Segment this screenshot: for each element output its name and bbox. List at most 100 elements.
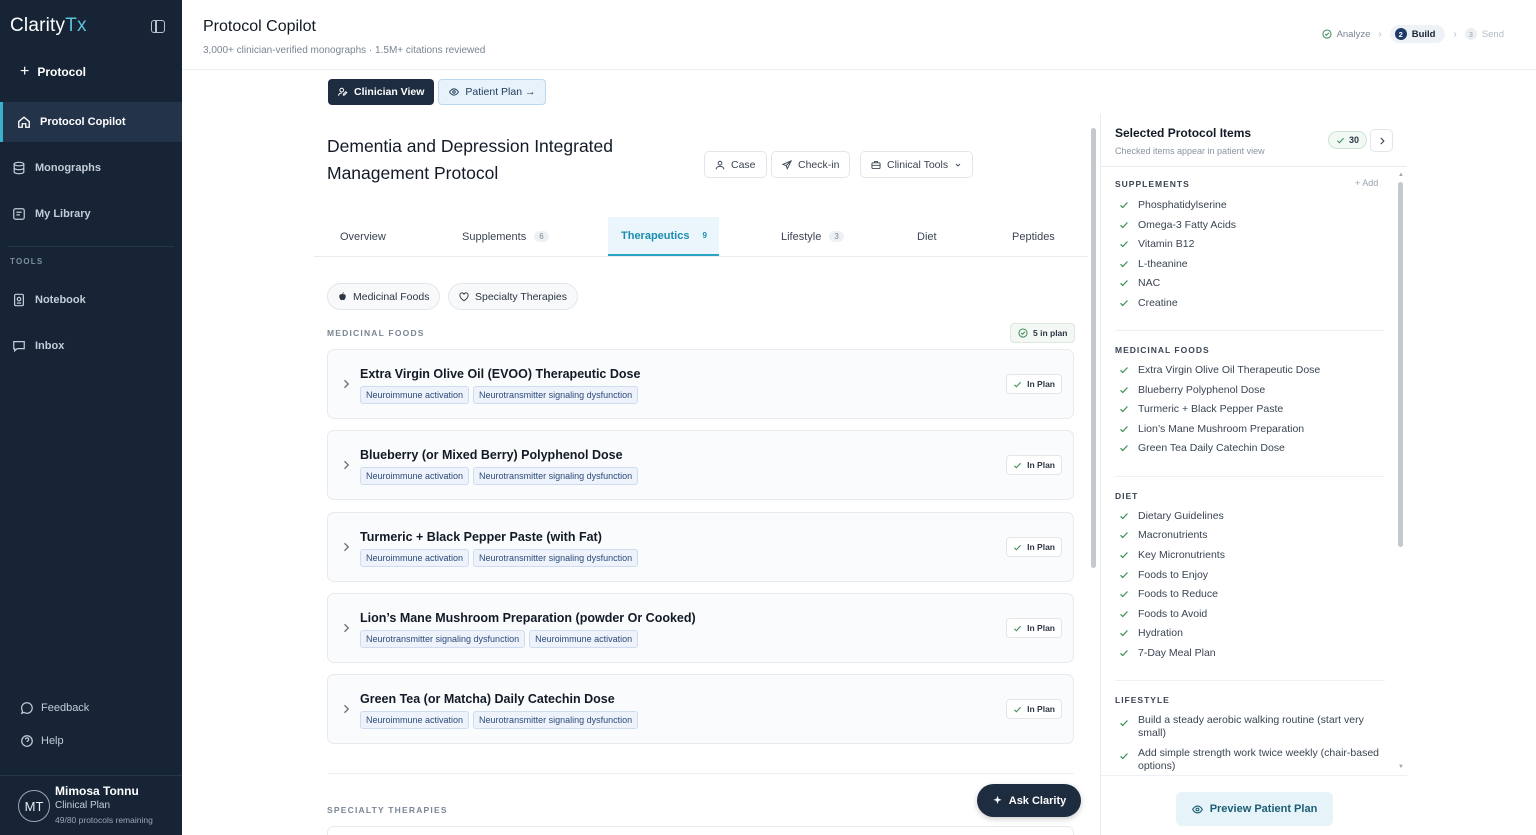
therapy-card[interactable]: Turmeric + Black Pepper Paste (with Fat)… xyxy=(327,512,1074,582)
therapy-card-partial[interactable] xyxy=(327,826,1074,835)
sidebar-item-monographs[interactable]: Monographs xyxy=(0,148,182,188)
patient-plan-button[interactable]: Patient Plan → xyxy=(438,79,547,105)
tab-lifestyle[interactable]: Lifestyle 3 xyxy=(781,217,844,256)
panel-item[interactable]: Key Micronutrients xyxy=(1119,549,1379,562)
panel-item[interactable]: Extra Virgin Olive Oil Therapeutic Dose xyxy=(1119,364,1379,377)
protocol-title: Dementia and Depression Integrated Manag… xyxy=(327,136,614,183)
therapy-title: Blueberry (or Mixed Berry) Polyphenol Do… xyxy=(360,448,623,462)
check-icon xyxy=(1120,611,1128,618)
tab-supplements[interactable]: Supplements 6 xyxy=(462,217,549,256)
brand-logo[interactable]: ClarityTx xyxy=(10,15,87,37)
panel-item[interactable]: Add simple strength work twice weekly (c… xyxy=(1119,747,1379,773)
new-protocol-button[interactable]: + Protocol xyxy=(20,64,86,80)
sidebar-item-label: Inbox xyxy=(35,340,65,352)
add-item-button[interactable]: + Add xyxy=(1355,178,1378,188)
clinician-view-button[interactable]: Clinician View xyxy=(328,79,435,105)
case-button[interactable]: Case xyxy=(704,151,767,178)
user-edit-icon xyxy=(338,87,348,96)
mechanism-tag: Neurotransmitter signaling dysfunction xyxy=(473,386,639,404)
step-analyze[interactable]: Analyze xyxy=(1322,29,1370,40)
check-icon xyxy=(1120,202,1128,209)
user-profile[interactable]: MT Mimosa Tonnu Clinical Plan 49/80 prot… xyxy=(0,775,182,835)
panel-expand-button[interactable] xyxy=(1370,129,1393,152)
scroll-down-icon[interactable]: ▼ xyxy=(1398,764,1404,770)
scroll-up-icon[interactable]: ▲ xyxy=(1398,172,1404,178)
check-in-button[interactable]: Check-in xyxy=(771,151,851,178)
in-plan-toggle[interactable]: In Plan xyxy=(1006,699,1062,719)
panel-item[interactable]: Dietary Guidelines xyxy=(1119,510,1379,523)
check-icon xyxy=(1120,280,1128,287)
tab-overview[interactable]: Overview xyxy=(340,217,386,256)
panel-item[interactable]: Phosphatidylserine xyxy=(1119,199,1379,212)
panel-item[interactable]: Macronutrients xyxy=(1119,529,1379,542)
panel-item[interactable]: Hydration xyxy=(1119,627,1379,640)
sidebar-collapse-icon[interactable] xyxy=(151,20,165,33)
in-plan-toggle[interactable]: In Plan xyxy=(1006,537,1062,557)
panel-item[interactable]: Green Tea Daily Catechin Dose xyxy=(1119,442,1379,455)
scrollbar-thumb[interactable] xyxy=(1091,128,1096,568)
sidebar-item-my-library[interactable]: My Library xyxy=(0,194,182,234)
filter-specialty-therapies[interactable]: Specialty Therapies xyxy=(448,283,579,310)
filter-medicinal-foods[interactable]: Medicinal Foods xyxy=(327,283,441,310)
panel-scrollbar[interactable]: ▲ ▼ xyxy=(1398,172,1404,772)
panel-item[interactable]: Build a steady aerobic walking routine (… xyxy=(1119,714,1379,740)
therapy-card[interactable]: Green Tea (or Matcha) Daily Catechin Dos… xyxy=(327,674,1074,744)
panel-item[interactable]: Vitamin B12 xyxy=(1119,238,1379,251)
feedback-link[interactable]: Feedback xyxy=(20,701,89,715)
chevron-down-icon xyxy=(955,163,961,167)
therapy-card[interactable]: Blueberry (or Mixed Berry) Polyphenol Do… xyxy=(327,430,1074,500)
therapy-card[interactable]: Lion’s Mane Mushroom Preparation (powder… xyxy=(327,593,1074,663)
help-link[interactable]: Help xyxy=(20,734,64,748)
ask-clarity-button[interactable]: Ask Clarity xyxy=(977,784,1081,817)
panel-item-label: Foods to Reduce xyxy=(1138,588,1218,600)
selected-items-panel: Selected Protocol Items Checked items ap… xyxy=(1100,114,1407,835)
clinical-tools-dropdown[interactable]: Clinical Tools xyxy=(860,151,974,178)
panel-item[interactable]: Foods to Avoid xyxy=(1119,608,1379,621)
sidebar-item-notebook[interactable]: Notebook xyxy=(0,280,182,320)
in-plan-toggle[interactable]: In Plan xyxy=(1006,618,1062,638)
in-plan-toggle[interactable]: In Plan xyxy=(1006,374,1062,394)
section-label-medicinal-foods: MEDICINAL FOODS xyxy=(327,328,425,338)
panel-item[interactable]: NAC xyxy=(1119,277,1379,290)
chevron-right-icon[interactable] xyxy=(340,459,352,471)
panel-item[interactable]: Blueberry Polyphenol Dose xyxy=(1119,384,1379,397)
in-plan-toggle[interactable]: In Plan xyxy=(1006,455,1062,475)
scrollbar-thumb[interactable] xyxy=(1398,182,1403,547)
category-tabs: Overview Supplements 6 Therapeutics 9 Li… xyxy=(314,217,1088,257)
step-build[interactable]: 2 Build xyxy=(1389,25,1446,43)
step-send[interactable]: 3 Send xyxy=(1464,28,1504,40)
sidebar-item-inbox[interactable]: Inbox xyxy=(0,326,182,366)
chevron-right-icon[interactable] xyxy=(340,378,352,390)
chevron-right-icon[interactable] xyxy=(340,541,352,553)
chevron-right-icon[interactable] xyxy=(340,703,352,715)
panel-item[interactable]: Creatine xyxy=(1119,297,1379,310)
panel-item[interactable]: L-theanine xyxy=(1119,258,1379,271)
case-label: Case xyxy=(731,158,756,171)
chevron-right-icon[interactable] xyxy=(340,622,352,634)
panel-item-label: Turmeric + Black Pepper Paste xyxy=(1138,403,1284,415)
check-icon xyxy=(1014,706,1022,713)
tab-peptides[interactable]: Peptides xyxy=(1012,217,1055,256)
panel-item[interactable]: 7-Day Meal Plan xyxy=(1119,647,1379,660)
preview-patient-plan-button[interactable]: Preview Patient Plan xyxy=(1176,792,1333,826)
sidebar-item-protocol-copilot[interactable]: Protocol Copilot xyxy=(0,102,182,142)
mechanism-tag: Neurotransmitter signaling dysfunction xyxy=(473,467,639,485)
tab-diet[interactable]: Diet xyxy=(917,217,937,256)
help-icon xyxy=(21,735,33,747)
tab-therapeutics[interactable]: Therapeutics 9 xyxy=(608,217,719,256)
panel-divider xyxy=(1101,166,1407,167)
filter-label: Medicinal Foods xyxy=(353,290,430,303)
panel-item[interactable]: Foods to Enjoy xyxy=(1119,569,1379,582)
panel-item[interactable]: Omega-3 Fatty Acids xyxy=(1119,219,1379,232)
panel-item-label: Extra Virgin Olive Oil Therapeutic Dose xyxy=(1138,364,1321,376)
mechanism-tag: Neuroimmune activation xyxy=(529,630,639,648)
panel-item[interactable]: Turmeric + Black Pepper Paste xyxy=(1119,403,1379,416)
panel-item[interactable]: Foods to Reduce xyxy=(1119,588,1379,601)
section-divider xyxy=(327,773,1074,774)
user-quota: 49/80 protocols remaining xyxy=(55,815,153,825)
main-scrollbar[interactable] xyxy=(1090,118,1097,835)
step-number: 2 xyxy=(1394,28,1407,40)
therapy-card[interactable]: Extra Virgin Olive Oil (EVOO) Therapeuti… xyxy=(327,349,1074,419)
in-plan-count-label: 5 in plan xyxy=(1033,328,1068,338)
panel-item[interactable]: Lion’s Mane Mushroom Preparation xyxy=(1119,423,1379,436)
